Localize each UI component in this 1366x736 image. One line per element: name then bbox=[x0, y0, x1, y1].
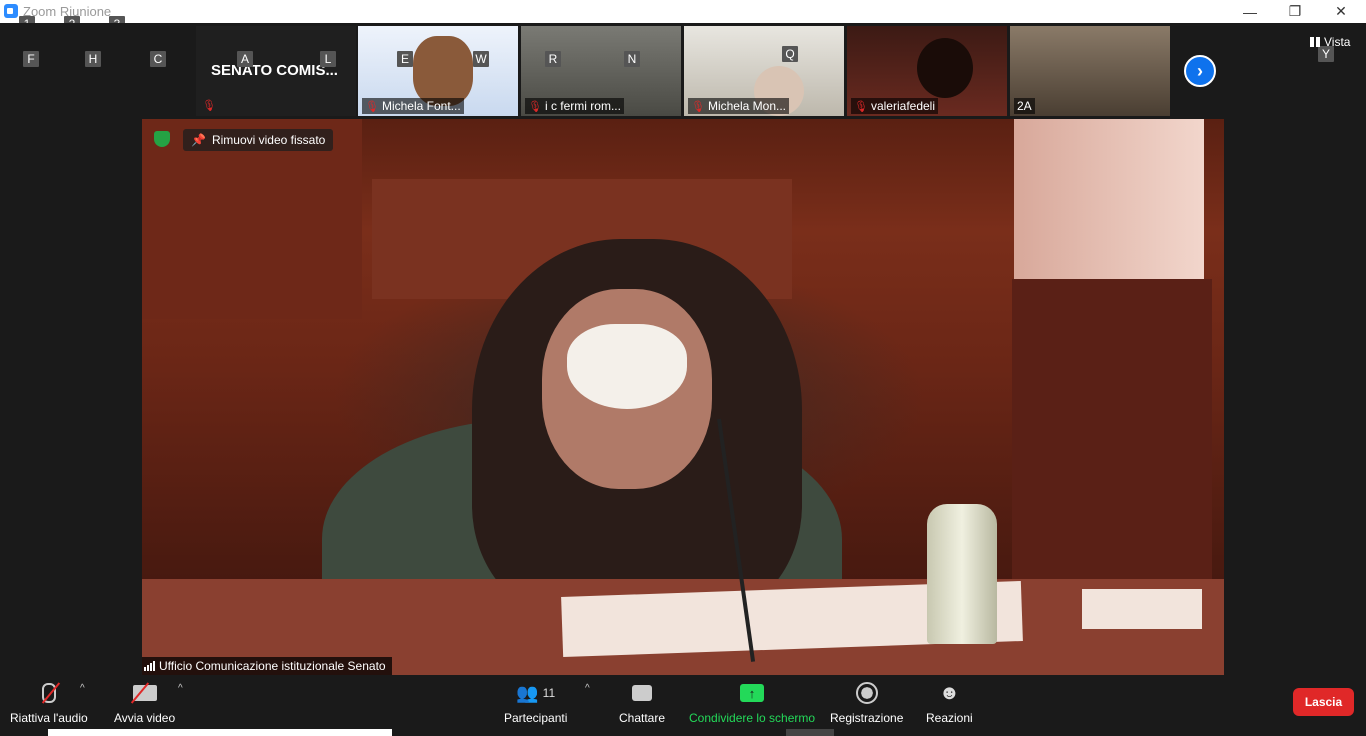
hotkey-badge: F bbox=[23, 51, 39, 67]
mic-muted-icon: 🎙 bbox=[854, 101, 868, 113]
next-page-button[interactable]: › bbox=[1184, 55, 1216, 87]
minimize-button[interactable]: — bbox=[1227, 0, 1273, 23]
share-arrow-icon: ↑ bbox=[740, 684, 765, 702]
pin-icon: 📌 bbox=[191, 133, 206, 147]
unpin-video-button[interactable]: 📌 Rimuovi video fissato bbox=[183, 129, 334, 151]
unpin-label: Rimuovi video fissato bbox=[211, 133, 326, 147]
grid-icon bbox=[1310, 37, 1320, 47]
share-label: Condividere lo schermo bbox=[689, 711, 816, 725]
video-options-caret[interactable]: ^ bbox=[178, 683, 183, 694]
security-shield-icon bbox=[154, 131, 170, 147]
participants-button[interactable]: 👥 11 Partecipanti bbox=[504, 681, 568, 726]
share-screen-button[interactable]: ↑ Condividere lo schermo bbox=[689, 681, 815, 725]
start-video-label: Avvia video bbox=[114, 711, 176, 725]
hotkey-badge: N bbox=[624, 51, 640, 67]
meeting-toolbar: Riattiva l'audio ^ Avvia video ^ 👥 11 Par… bbox=[0, 675, 1366, 736]
taskbar-edge bbox=[786, 729, 834, 736]
water-bottle bbox=[927, 504, 997, 644]
participant-name: 🎙 Michela Mon... bbox=[688, 98, 789, 114]
record-label: Registrazione bbox=[830, 711, 904, 725]
participant-name: 🎙 Michela Font... bbox=[362, 98, 464, 114]
hotkey-badge: H bbox=[85, 51, 101, 67]
participant-image bbox=[413, 36, 473, 106]
video-thumbnail[interactable]: 2A bbox=[1010, 26, 1170, 116]
unmute-button[interactable]: Riattiva l'audio bbox=[10, 681, 88, 725]
chat-bubble-icon bbox=[632, 685, 653, 701]
start-video-button[interactable]: Avvia video bbox=[114, 681, 175, 725]
smiley-plus-icon: ☻ bbox=[938, 681, 960, 704]
chat-label: Chattare bbox=[619, 711, 666, 725]
participant-name: 🎙 i c fermi rom... bbox=[525, 98, 624, 114]
close-button[interactable]: ✕ bbox=[1318, 0, 1364, 23]
hotkey-badge: R bbox=[545, 51, 561, 67]
mic-muted-icon: 🎙 bbox=[528, 101, 542, 113]
zoom-logo-icon bbox=[4, 4, 18, 18]
participants-count: 11 bbox=[542, 686, 556, 700]
background-window bbox=[1014, 119, 1204, 279]
participants-icon: 👥 bbox=[516, 682, 539, 703]
reactions-button[interactable]: ☻ Reazioni bbox=[926, 681, 973, 726]
background-panel bbox=[1012, 279, 1212, 599]
taskbar-edge bbox=[48, 729, 392, 736]
hotkey-badge: L bbox=[320, 51, 336, 67]
hotkey-badge: W bbox=[473, 51, 489, 67]
participant-name: 🎙 valeriafedeli bbox=[851, 98, 939, 114]
participants-options-caret[interactable]: ^ bbox=[585, 683, 590, 694]
thumbnail-label: SENATO COMIS... bbox=[211, 62, 338, 79]
audio-options-caret[interactable]: ^ bbox=[80, 683, 85, 694]
title-bar: Zoom Riunione — ❐ ✕ bbox=[0, 0, 1366, 23]
microphone-muted-icon bbox=[41, 683, 56, 703]
video-participant-name: Ufficio Comunicazione istituzionale Sena… bbox=[142, 657, 392, 675]
reactions-label: Reazioni bbox=[926, 711, 973, 725]
participant-name: Ufficio Comunicazione istituzionale Sena… bbox=[159, 659, 386, 673]
participant-image bbox=[917, 38, 973, 98]
face-mask bbox=[567, 324, 687, 409]
restore-button[interactable]: ❐ bbox=[1272, 0, 1318, 23]
participants-label: Partecipanti bbox=[504, 711, 568, 725]
video-thumbnail[interactable]: 🎙 valeriafedeli bbox=[847, 26, 1007, 116]
hotkey-badge: A bbox=[237, 51, 253, 67]
hotkey-badge: E bbox=[397, 51, 413, 67]
record-icon bbox=[855, 682, 878, 704]
hotkey-badge: C bbox=[150, 51, 166, 67]
video-thumbnail[interactable]: 🎙 Michela Font... bbox=[358, 26, 518, 116]
mic-muted-icon: 🎙 bbox=[202, 100, 216, 112]
mic-muted-icon: 🎙 bbox=[365, 101, 379, 113]
record-button[interactable]: Registrazione bbox=[830, 681, 903, 725]
video-thumbnail[interactable]: 🎙 i c fermi rom... bbox=[521, 26, 681, 116]
video-thumbnail[interactable]: 🎙 Michela Mon... bbox=[684, 26, 844, 116]
unmute-label: Riattiva l'audio bbox=[10, 711, 88, 725]
camera-off-icon bbox=[132, 685, 157, 701]
view-button[interactable]: Vista bbox=[1310, 35, 1350, 49]
leave-meeting-button[interactable]: Lascia bbox=[1293, 688, 1354, 716]
participant-name: 2A bbox=[1014, 98, 1035, 114]
video-thumbnail-senato[interactable]: SENATO COMIS... 🎙 bbox=[196, 26, 356, 116]
view-label: Vista bbox=[1324, 35, 1351, 49]
hotkey-badge: Q bbox=[782, 46, 798, 62]
pinned-video[interactable]: 📌 Rimuovi video fissato Ufficio Comunica… bbox=[142, 119, 1224, 675]
paper bbox=[1082, 589, 1202, 629]
chat-button[interactable]: Chattare bbox=[619, 681, 665, 725]
signal-strength-icon bbox=[144, 661, 155, 671]
mic-muted-icon: 🎙 bbox=[691, 101, 705, 113]
